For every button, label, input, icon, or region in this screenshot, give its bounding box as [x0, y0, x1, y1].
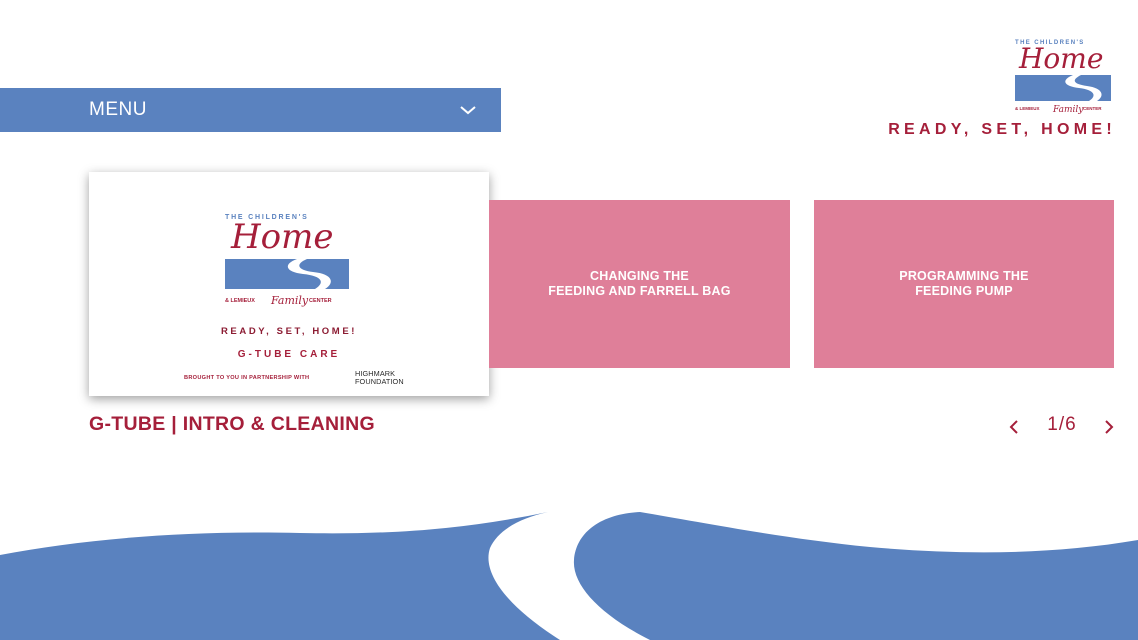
logo-main: Home	[1018, 42, 1103, 75]
logo-line3b: Family	[1052, 105, 1084, 115]
card-partner-text: BROUGHT TO YOU IN PARTNERSHIP WITH	[184, 375, 310, 381]
tile-label-line1: PROGRAMMING THE	[899, 269, 1029, 283]
card-subtitle: G-TUBE CARE	[237, 349, 341, 360]
video-card-intro-cleaning[interactable]: THE CHILDREN'S Home & LEMIEUX Family CEN…	[89, 172, 489, 396]
video-card-programming-pump[interactable]: PROGRAMMING THE FEEDING PUMP	[814, 200, 1114, 368]
tile-label: CHANGING THE FEEDING AND FARRELL BAG	[548, 269, 730, 299]
logo-line3c: CENTER	[1083, 106, 1102, 111]
childrens-home-logo: THE CHILDREN'S Home & LEMIEUX Family CEN…	[225, 214, 349, 307]
page-indicator: 1/6	[1047, 414, 1077, 435]
brand-tagline: READY, SET, HOME!	[888, 121, 1116, 138]
logo-line3a: & LEMIEUX	[1015, 106, 1040, 111]
partner-name-2: FOUNDATION	[355, 376, 404, 386]
menu-label: MENU	[89, 99, 147, 120]
tile-label-line2: FEEDING PUMP	[915, 284, 1013, 298]
selected-video-title: G-TUBE | INTRO & CLEANING	[89, 413, 375, 435]
tile-label: PROGRAMMING THE FEEDING PUMP	[899, 269, 1028, 299]
chevron-down-icon	[460, 106, 476, 115]
chevron-left-icon[interactable]	[1004, 415, 1024, 439]
app-screen: MENU THE CHILDREN'S Home & LEMIEUX Famil…	[0, 0, 1138, 640]
childrens-home-logo: THE CHILDREN'S Home & LEMIEUX Family CEN…	[1015, 40, 1111, 115]
card-logo-line3b: Family	[270, 294, 309, 307]
tile-label-line1: CHANGING THE	[590, 269, 689, 283]
card-logo-line3c: CENTER	[309, 298, 332, 304]
highmark-foundation-logo: HIGHMARK FOUNDATION	[355, 370, 404, 385]
card-logo-main: Home	[230, 217, 333, 257]
chevron-right-icon[interactable]	[1099, 415, 1119, 439]
card-tagline: READY, SET, HOME!	[220, 326, 358, 337]
card-logo-line3a: & LEMIEUX	[225, 298, 255, 304]
tile-label-line2: FEEDING AND FARRELL BAG	[548, 284, 731, 298]
menu-dropdown[interactable]: MENU	[0, 88, 501, 132]
wave-decoration	[0, 512, 1138, 640]
video-card-changing-bag[interactable]: CHANGING THE FEEDING AND FARRELL BAG	[489, 200, 790, 368]
